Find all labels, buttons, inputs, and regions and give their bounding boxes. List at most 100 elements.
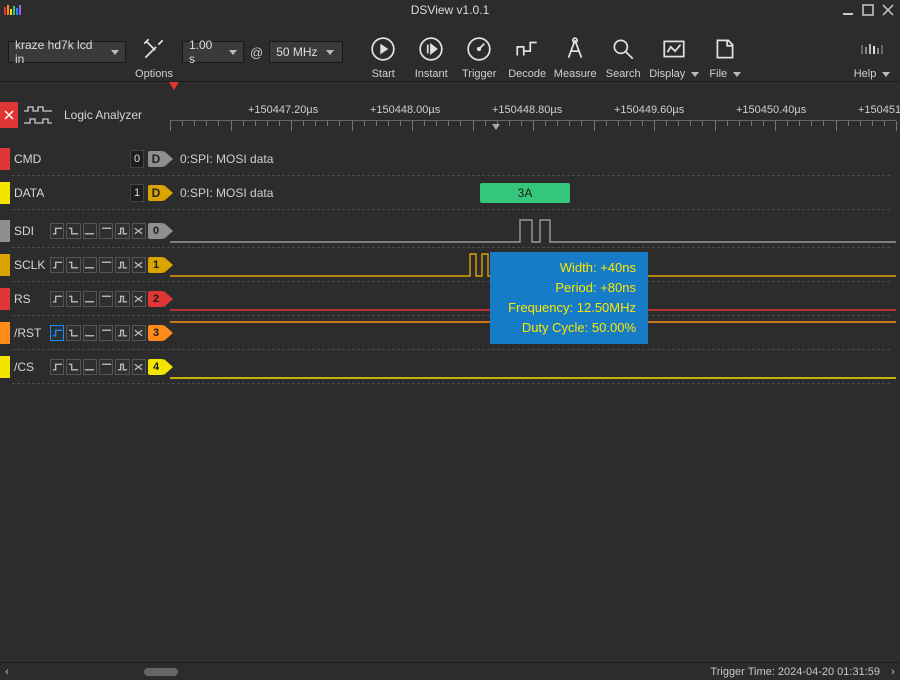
time-tick-label: +150447.20µs [248,104,318,116]
chevron-down-icon [111,50,119,55]
trigger-mode-group [50,257,146,273]
titlebar: DSView v1.0.1 [0,0,900,20]
trigger-mode-button[interactable] [50,223,64,239]
scroll-thumb[interactable] [144,668,178,676]
waveform[interactable] [170,214,896,248]
trigger-mode-button[interactable] [83,359,97,375]
decoder-label: 0:SPI: MOSI data [180,152,273,166]
device-select[interactable]: kraze hd7k lcd in [8,41,126,63]
time-tick-label: +150448.00µs [370,104,440,116]
scroll-right-button[interactable]: › [886,666,900,678]
trigger-mode-button[interactable] [99,291,113,307]
decoder-index[interactable]: 0 [130,150,144,168]
channel-color [0,182,10,204]
timebase-select[interactable]: 1.00 s [182,41,244,63]
start-button[interactable]: Start [361,24,405,80]
samplerate-select[interactable]: 50 MHz [269,41,343,63]
mode-label: Logic Analyzer [58,108,142,122]
scroll-left-button[interactable]: ‹ [0,666,14,678]
trigger-mode-button[interactable] [50,325,64,341]
options-icon [141,32,167,66]
trigger-mode-button[interactable] [132,291,146,307]
measure-button[interactable]: Measure [553,24,597,80]
trigger-mode-button[interactable] [115,257,129,273]
trigger-mode-button[interactable] [83,325,97,341]
statusbar: ‹ Trigger Time: 2024-04-20 01:31:59 › [0,662,900,680]
trigger-mode-button[interactable] [99,325,113,341]
chevron-down-icon [733,72,741,77]
timebase-value: 1.00 s [189,38,221,66]
decoder-index[interactable]: 1 [130,184,144,202]
trigger-mode-button[interactable] [99,257,113,273]
maximize-button[interactable] [858,0,878,19]
file-button[interactable]: File [703,24,747,80]
close-button[interactable] [878,0,898,19]
trigger-mode-button[interactable] [66,325,80,341]
channel-row: /RST3 [0,316,900,350]
measure-tooltip: Width: +40ns Period: +80ns Frequency: 12… [490,252,648,344]
trigger-mode-button[interactable] [115,223,129,239]
trigger-mode-button[interactable] [99,223,113,239]
cursor-marker[interactable] [174,82,179,90]
decoder-name: DATA [14,186,44,200]
file-icon [712,32,738,66]
trigger-mode-button[interactable] [115,291,129,307]
trigger-mode-button[interactable] [50,257,64,273]
trigger-mode-group [50,291,146,307]
trigger-mode-button[interactable] [132,223,146,239]
trigger-mode-button[interactable] [132,325,146,341]
decoder-arrow[interactable]: D [148,149,174,169]
channel-name: RS [14,292,31,306]
trigger-mode-button[interactable] [83,257,97,273]
options-button[interactable]: Options [132,24,176,80]
logic-analyzer-icon [18,102,58,128]
search-icon [610,32,636,66]
app-logo-icon [0,0,26,20]
trigger-mode-button[interactable] [83,291,97,307]
trigger-mode-button[interactable] [83,223,97,239]
trigger-button[interactable]: Trigger [457,24,501,80]
trigger-mode-button[interactable] [115,359,129,375]
display-button[interactable]: Display [649,24,699,80]
decoder-name: CMD [14,152,41,166]
trigger-mode-button[interactable] [99,359,113,375]
trigger-mode-button[interactable] [50,359,64,375]
trigger-mode-group [50,359,146,375]
instant-button[interactable]: Instant [409,24,453,80]
minimize-button[interactable] [838,0,858,19]
trigger-mode-button[interactable] [50,291,64,307]
channel-color [0,148,10,170]
trigger-mode-button[interactable] [66,291,80,307]
channel-name: SDI [14,224,34,238]
search-button[interactable]: Search [601,24,645,80]
trigger-mode-button[interactable] [132,257,146,273]
close-tab-button[interactable] [0,102,18,128]
chevron-down-icon [229,50,237,55]
trigger-mode-button[interactable] [66,223,80,239]
toolbar: kraze hd7k lcd in Options 1.00 s @ 50 MH… [0,20,900,82]
trigger-mode-button[interactable] [115,325,129,341]
trigger-marker[interactable] [496,124,500,130]
time-axis[interactable]: +150447.20µs +150448.00µs +150448.80µs +… [170,90,896,130]
channel-color [0,322,10,344]
trigger-mode-button[interactable] [132,359,146,375]
instant-icon [418,32,444,66]
time-tick-label: +150448.80µs [492,104,562,116]
help-icon [859,32,885,66]
window-title: DSView v1.0.1 [0,3,900,17]
channel-name: /RST [14,326,41,340]
waveform[interactable] [170,350,896,384]
channel-color [0,288,10,310]
channel-color [0,220,10,242]
chevron-down-icon [691,72,699,77]
channel-color [0,254,10,276]
samplerate-value: 50 MHz [276,45,317,59]
trigger-mode-button[interactable] [66,359,80,375]
channel-row: RS2 [0,282,900,316]
play-icon [370,32,396,66]
device-name: kraze hd7k lcd in [15,38,103,66]
help-button[interactable]: Help [850,24,894,80]
trigger-mode-button[interactable] [66,257,80,273]
decode-button[interactable]: Decode [505,24,549,80]
scrollbar[interactable] [14,667,294,677]
